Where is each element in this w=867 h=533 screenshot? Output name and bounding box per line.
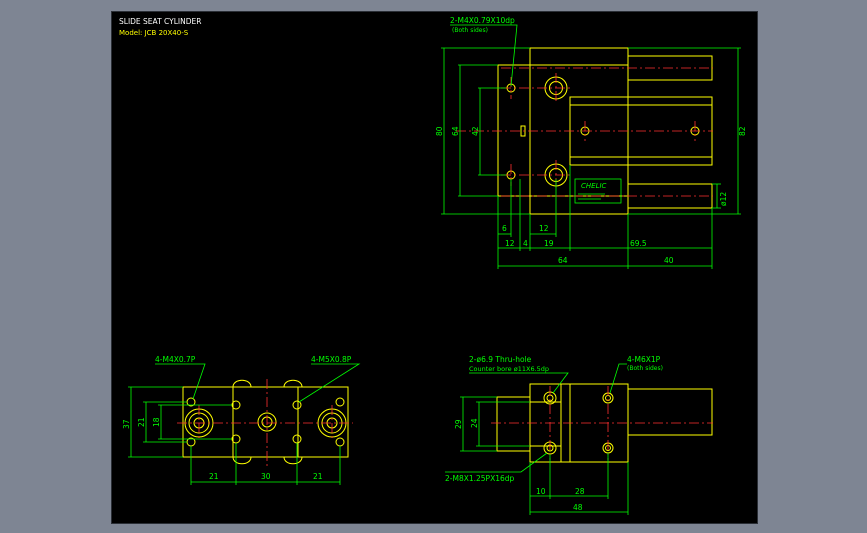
cad-drawing-canvas: .o { fill:none; stroke:#ffff00; stroke-w… (111, 11, 758, 524)
dim-10: 10 (536, 487, 546, 496)
br-note-counterbore: Counter bore ø11X6.5dp (469, 365, 549, 373)
dim-64: 64 (451, 126, 460, 136)
dim-42: 42 (471, 126, 480, 136)
side-endplate (496, 396, 531, 452)
bottom-right-view: 2-ø6.9 Thru-hole Counter bore ø11X6.5dp … (445, 355, 713, 515)
dim-21-vertical: 21 (137, 417, 146, 427)
dim-12-lower: 12 (505, 239, 515, 248)
top-note-sides: (Both sides) (452, 27, 488, 34)
dim-6: 6 (502, 224, 507, 233)
dim-18: 18 (152, 417, 161, 427)
side-rod (627, 388, 713, 436)
cad-drawing: .o { fill:none; stroke:#ffff00; stroke-w… (119, 16, 747, 515)
dim-29: 29 (454, 419, 463, 429)
top-note-thread: 2-M4X0.79X10dp (450, 16, 515, 25)
dim-21-right: 21 (313, 472, 323, 481)
dim-40: 40 (664, 256, 674, 265)
top-view: CHELIC 2-M4X0.79X10dp (Both sides) 80 64… (435, 16, 747, 269)
bl-note-m4: 4-M4X0.7P (155, 355, 196, 364)
bottom-left-view: 4-M4X0.7P 4-M5X0.8P 37 21 18 21 30 21 (122, 355, 361, 485)
dim-30: 30 (261, 472, 271, 481)
dim-82: 82 (738, 126, 747, 136)
dim-19: 19 (544, 239, 554, 248)
br-note-m8: 2-M8X1.25PX16dp (445, 474, 515, 483)
dim-37: 37 (122, 419, 131, 429)
dim-21-left: 21 (209, 472, 219, 481)
dim-12-upper: 12 (539, 224, 549, 233)
drawing-model: Model: JCB 20X40-S (119, 29, 189, 37)
dim-64-horizontal: 64 (558, 256, 568, 265)
dim-4: 4 (523, 239, 528, 248)
drawing-title: SLIDE SEAT CYLINDER (119, 17, 201, 26)
br-note-thru-hole: 2-ø6.9 Thru-hole (469, 355, 532, 364)
br-note-sides: (Both sides) (627, 365, 663, 372)
dim-69-5: 69.5 (630, 239, 647, 248)
dim-28: 28 (575, 487, 585, 496)
br-note-m6: 4-M6X1P (627, 355, 661, 364)
bl-note-m5: 4-M5X0.8P (311, 355, 352, 364)
dim-dia12: ø12 (719, 192, 728, 206)
dim-24: 24 (470, 418, 479, 428)
brand-label: CHELIC (581, 182, 607, 190)
dim-48: 48 (573, 503, 583, 512)
dim-80: 80 (435, 126, 444, 136)
base-plate (182, 386, 349, 458)
